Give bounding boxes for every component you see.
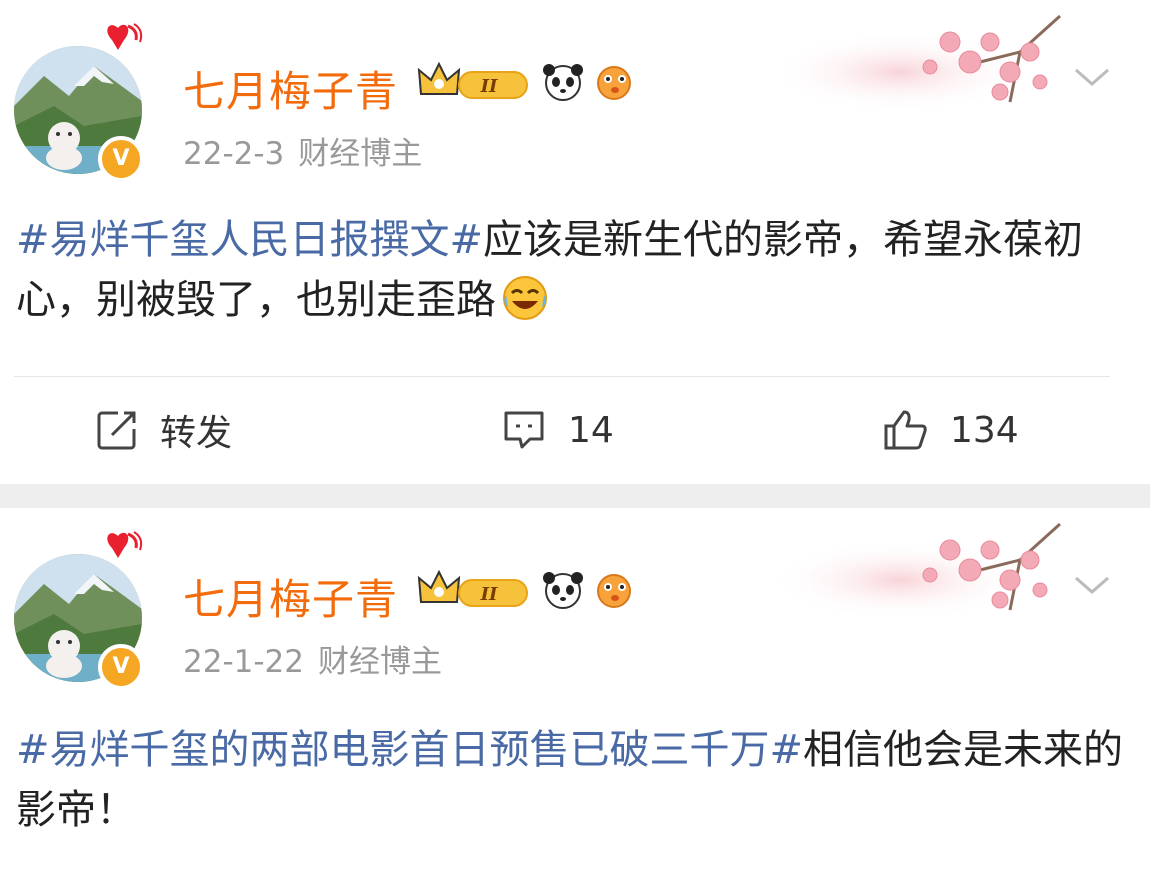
action-bar: 转发 14 134 [0, 400, 1150, 460]
verified-badge-icon: V [98, 644, 144, 690]
repost-button[interactable]: 转发 [96, 400, 232, 460]
crown-level-icon: II [417, 569, 528, 607]
post-meta: 22-2-3 财经博主 [183, 128, 422, 173]
repost-icon [97, 411, 136, 450]
hashtag-link[interactable]: #易烊千玺人民日报撰文# [16, 217, 483, 263]
panda-icon [543, 64, 583, 101]
svg-text:II: II [480, 584, 498, 605]
like-count: 134 [950, 409, 1019, 451]
author-tag: 财经博主 [318, 644, 442, 680]
post-separator [0, 484, 1150, 508]
repost-label: 转发 [160, 413, 233, 454]
comment-count: 14 [568, 409, 614, 451]
verified-badge-icon: V [98, 136, 144, 182]
hashtag-link[interactable]: #易烊千玺的两部电影首日预售已破三千万# [16, 727, 803, 773]
author-name[interactable]: 七月梅子青 [183, 58, 398, 119]
post-date[interactable]: 22-2-3 [183, 136, 284, 172]
post-date[interactable]: 22-1-22 [183, 644, 304, 680]
thumbs-up-icon [884, 410, 927, 450]
like-button[interactable]: 134 [882, 400, 1019, 460]
plum-blossom-decoration-icon [770, 14, 1062, 112]
weibo-post-2: V 七月梅子青 II 22-1-22 财经博主 #易烊千玺的两部电影首日预售已破… [0, 508, 1150, 879]
plum-blossom-decoration-icon [770, 522, 1062, 620]
comment-button[interactable]: 14 [502, 400, 614, 460]
panda-icon [543, 572, 583, 609]
laugh-cry-icon [503, 276, 547, 320]
author-tag: 财经博主 [298, 136, 423, 172]
pufferfish-icon [597, 66, 631, 100]
comment-icon [504, 411, 544, 449]
weibo-post-1: V 七月梅子青 II 22-2-3 财经博主 #易烊千玺人民日报撰文#应该是新生… [0, 0, 1150, 484]
chevron-down-icon[interactable] [1072, 64, 1112, 90]
svg-text:II: II [480, 76, 498, 97]
post-content: #易烊千玺人民日报撰文#应该是新生代的影帝，希望永葆初心，别被毁了，也别走歪路 [16, 210, 1136, 330]
chevron-down-icon[interactable] [1072, 572, 1112, 598]
crown-level-icon: II [417, 61, 528, 99]
author-name[interactable]: 七月梅子青 [183, 566, 398, 627]
divider [14, 376, 1110, 377]
pufferfish-icon [597, 574, 631, 608]
post-meta: 22-1-22 财经博主 [183, 636, 442, 681]
post-content: #易烊千玺的两部电影首日预售已破三千万#相信他会是未来的影帝！ [16, 720, 1136, 840]
